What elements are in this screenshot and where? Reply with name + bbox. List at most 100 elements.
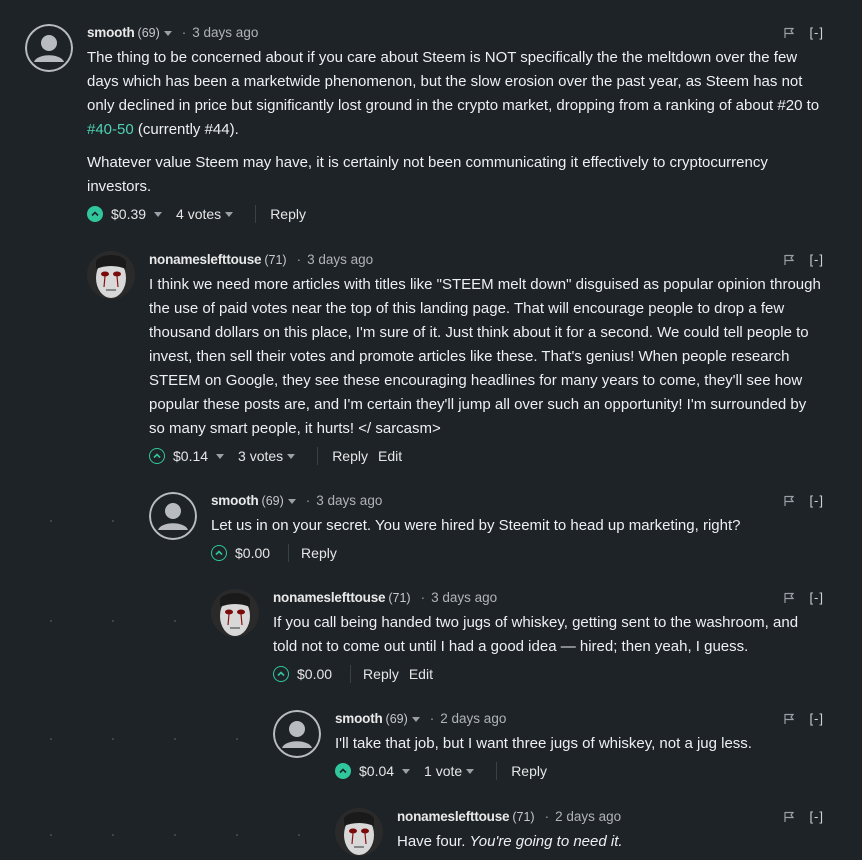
background-dot <box>112 620 114 622</box>
edit-button[interactable]: Edit <box>409 666 433 682</box>
avatar[interactable] <box>87 251 135 299</box>
chevron-down-icon[interactable] <box>402 768 411 774</box>
comment-header: nonameslefttouse (71) · 3 days ago [-] <box>149 251 824 269</box>
paragraph-text: The thing to be concerned about if you c… <box>87 49 820 114</box>
mask-avatar-icon <box>211 589 259 637</box>
separator-dot: · <box>305 493 311 508</box>
avatar[interactable] <box>273 710 321 758</box>
chevron-up-icon <box>91 211 99 217</box>
payout-value[interactable]: $0.39 <box>111 206 146 222</box>
payout-value[interactable]: $0.00 <box>235 545 270 561</box>
chevron-down-icon[interactable] <box>216 453 225 459</box>
collapse-button[interactable]: [-] <box>809 492 824 510</box>
paragraph: If you call being handed two jugs of whi… <box>273 614 799 655</box>
flag-icon[interactable] <box>783 592 795 604</box>
reputation: (69) <box>137 26 160 40</box>
reputation: (71) <box>388 591 411 605</box>
upvote-button[interactable] <box>211 545 227 561</box>
timestamp[interactable]: 3 days ago <box>307 252 373 267</box>
reputation: (69) <box>261 494 284 508</box>
mask-avatar-icon <box>335 808 383 856</box>
paragraph: Whatever value Steem may have, it is cer… <box>87 151 824 199</box>
comment-body: The thing to be concerned about if you c… <box>87 46 824 199</box>
separator-dot: · <box>296 252 302 267</box>
upvote-button[interactable] <box>273 666 289 682</box>
collapse-button[interactable]: [-] <box>809 808 824 826</box>
author-name[interactable]: nonameslefttouse <box>397 809 510 824</box>
author-name[interactable]: nonameslefttouse <box>149 252 262 267</box>
collapse-button[interactable]: [-] <box>809 251 824 269</box>
timestamp[interactable]: 2 days ago <box>440 711 506 726</box>
avatar[interactable] <box>25 24 73 72</box>
collapse-button[interactable]: [-] <box>809 710 824 728</box>
timestamp[interactable]: 3 days ago <box>316 493 382 508</box>
avatar[interactable] <box>211 589 259 637</box>
reputation: (69) <box>385 712 408 726</box>
author-name[interactable]: smooth <box>335 711 383 726</box>
votes-count[interactable]: 3 votes <box>238 448 283 464</box>
author-name[interactable]: smooth <box>211 493 259 508</box>
collapse-button[interactable]: [-] <box>809 589 824 607</box>
flag-icon[interactable] <box>783 495 795 507</box>
chevron-down-icon[interactable] <box>225 211 234 217</box>
chevron-up-icon <box>277 671 285 677</box>
paragraph-text: (currently #44). <box>133 121 239 138</box>
chevron-down-icon[interactable] <box>154 211 163 217</box>
default-avatar-icon <box>149 492 197 540</box>
payout-value[interactable]: $0.04 <box>359 763 394 779</box>
flag-icon[interactable] <box>783 27 795 39</box>
comment-body: Have four. You're going to need it. <box>397 830 824 854</box>
votes-count[interactable]: 1 vote <box>424 763 462 779</box>
chevron-down-icon[interactable] <box>466 768 475 774</box>
timestamp[interactable]: 2 days ago <box>555 809 621 824</box>
background-dot <box>50 520 52 522</box>
comment-thread: smooth (69) · 3 days ago [-] The thing to b… <box>0 0 862 860</box>
comment-header: smooth (69) · 2 days ago [-] <box>335 710 824 728</box>
background-dot <box>236 738 238 740</box>
comment-footer: $0.39 4 votes Reply <box>87 203 824 225</box>
paragraph-text: Whatever value Steem may have, it is cer… <box>87 154 768 195</box>
paragraph: Have four. You're going to need it. <box>397 830 824 854</box>
reply-button[interactable]: Reply <box>363 666 399 682</box>
chevron-down-icon[interactable] <box>287 453 296 459</box>
chevron-down-icon[interactable] <box>163 30 172 36</box>
flag-icon[interactable] <box>783 713 795 725</box>
chevron-up-icon <box>153 453 161 459</box>
avatar[interactable] <box>335 808 383 856</box>
default-avatar-icon <box>25 24 73 72</box>
background-dot <box>50 620 52 622</box>
edit-button[interactable]: Edit <box>378 448 402 464</box>
flag-icon[interactable] <box>783 811 795 823</box>
reply-button[interactable]: Reply <box>511 763 547 779</box>
reply-button[interactable]: Reply <box>301 545 337 561</box>
reputation: (71) <box>264 253 287 267</box>
timestamp[interactable]: 3 days ago <box>431 590 497 605</box>
author-name[interactable]: smooth <box>87 25 135 40</box>
divider <box>255 205 257 223</box>
timestamp[interactable]: 3 days ago <box>192 25 258 40</box>
chevron-down-icon[interactable] <box>411 716 420 722</box>
comment-footer: $0.14 3 votes Reply Edit <box>149 445 824 467</box>
ranking-link[interactable]: #40-50 <box>87 121 134 138</box>
paragraph: I think we need more articles with title… <box>149 276 821 437</box>
upvote-button[interactable] <box>87 206 103 222</box>
author-name[interactable]: nonameslefttouse <box>273 590 386 605</box>
background-dot <box>112 520 114 522</box>
reputation: (71) <box>512 810 535 824</box>
payout-value[interactable]: $0.14 <box>173 448 208 464</box>
avatar[interactable] <box>149 492 197 540</box>
payout-value[interactable]: $0.00 <box>297 666 332 682</box>
upvote-button[interactable] <box>335 763 351 779</box>
chevron-down-icon[interactable] <box>287 498 296 504</box>
comment-body: I think we need more articles with title… <box>149 273 824 441</box>
divider <box>317 447 319 465</box>
reply-button[interactable]: Reply <box>332 448 368 464</box>
flag-icon[interactable] <box>783 254 795 266</box>
upvote-button[interactable] <box>149 448 165 464</box>
reply-button[interactable]: Reply <box>270 206 306 222</box>
background-dot <box>174 834 176 836</box>
comment-header: nonameslefttouse (71) · 3 days ago [-] <box>273 589 824 607</box>
background-dot <box>174 738 176 740</box>
collapse-button[interactable]: [-] <box>809 24 824 42</box>
votes-count[interactable]: 4 votes <box>176 206 221 222</box>
